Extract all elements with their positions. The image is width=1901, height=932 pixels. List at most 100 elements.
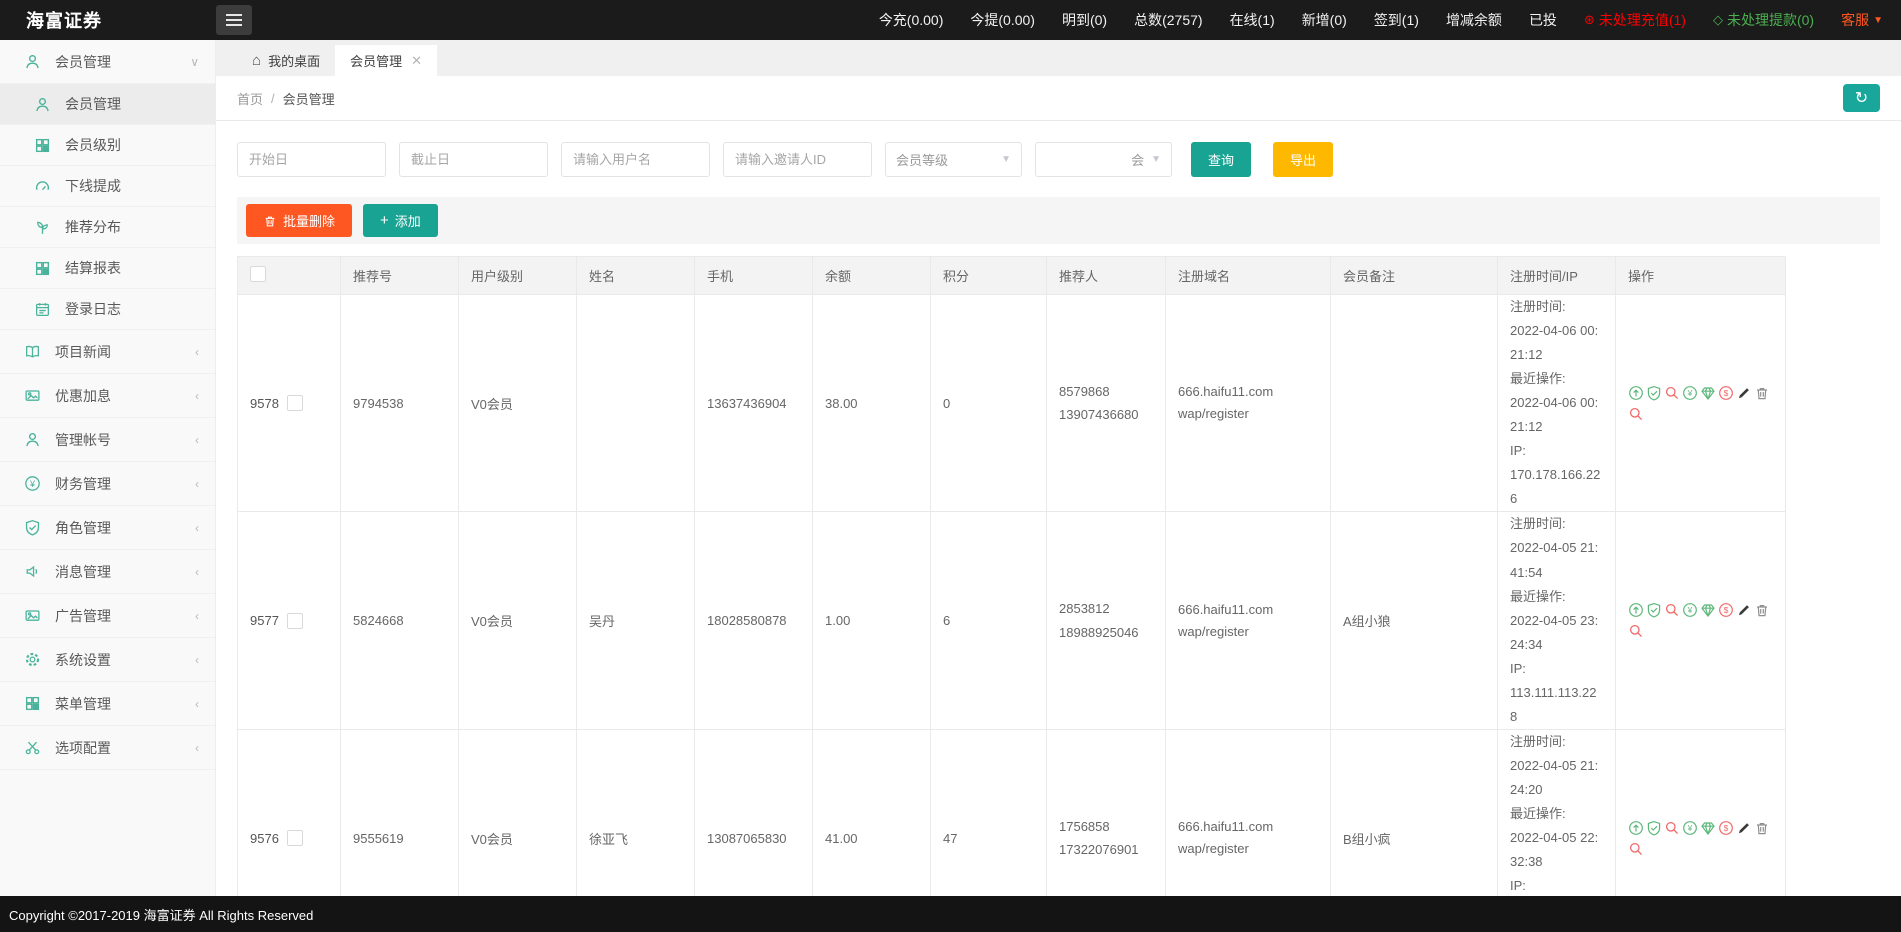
sidebar-item-admin-accounts[interactable]: 管理帐号 ‹ — [0, 418, 215, 462]
stat-today-recharge[interactable]: 今充(0.00) — [879, 10, 944, 30]
sidebar-item-message-management[interactable]: 消息管理 ‹ — [0, 550, 215, 594]
sidebar-item-downline-commission[interactable]: 下线提成 — [0, 166, 215, 207]
edit-icon[interactable] — [1736, 385, 1752, 401]
col-name: 姓名 — [576, 256, 695, 295]
upgrade-icon[interactable] — [1628, 820, 1644, 836]
verify-shield-icon[interactable] — [1646, 602, 1662, 618]
verify-shield-icon[interactable] — [1646, 820, 1662, 836]
stat-pending-withdraw[interactable]: ◇ 未处理提款(0) — [1713, 10, 1814, 30]
inspect-search-icon[interactable] — [1664, 385, 1680, 401]
balance-yen-icon[interactable] — [1682, 602, 1698, 618]
tab-member-management[interactable]: 会员管理 ✕ — [335, 45, 437, 76]
top-bar: 海富证券 今充(0.00) 今提(0.00) 明到(0) 总数(2757) 在线… — [0, 0, 1901, 40]
col-user-level: 用户级别 — [458, 256, 577, 295]
row-checkbox[interactable] — [286, 830, 303, 847]
cell-balance: 38.00 — [812, 293, 931, 513]
breadcrumb: 首页 / 会员管理 ↻ — [216, 76, 1901, 121]
stat-signin[interactable]: 签到(1) — [1374, 10, 1419, 30]
delete-icon[interactable] — [1754, 385, 1770, 401]
row-checkbox[interactable] — [286, 612, 303, 629]
balance-yen-icon[interactable] — [1682, 820, 1698, 836]
stat-today-withdraw[interactable]: 今提(0.00) — [970, 10, 1035, 30]
user-icon — [24, 53, 41, 70]
col-balance: 余额 — [812, 256, 931, 295]
inviter-id-input[interactable] — [723, 142, 872, 177]
stat-new[interactable]: 新增(0) — [1302, 10, 1347, 30]
sidebar-item-settlement-report[interactable]: 结算报表 — [0, 248, 215, 289]
cell-reg-time-ip: 注册时间: 2022-04-06 00:21:12 最近操作: 2022-04-06… — [1497, 293, 1616, 513]
verify-shield-icon[interactable] — [1646, 385, 1662, 401]
upgrade-icon[interactable] — [1628, 602, 1644, 618]
row-checkbox[interactable] — [286, 395, 303, 412]
cell-referrer: 1756858 17322076901 — [1046, 728, 1166, 896]
edit-icon[interactable] — [1736, 820, 1752, 836]
col-actions: 操作 — [1615, 256, 1786, 295]
cell-balance: 1.00 — [812, 511, 931, 730]
sidebar-group-member-management[interactable]: 会员管理 ∨ — [0, 40, 215, 84]
edit-icon[interactable] — [1736, 602, 1752, 618]
sidebar-item-system-settings[interactable]: 系统设置 ‹ — [0, 638, 215, 682]
sidebar-item-member-management[interactable]: 会员管理 — [0, 84, 215, 125]
chevron-left-icon: ‹ — [195, 476, 199, 491]
start-date-input[interactable] — [237, 142, 386, 177]
vip-gem-icon[interactable] — [1700, 385, 1716, 401]
inspect-search-icon[interactable] — [1664, 820, 1680, 836]
upgrade-icon[interactable] — [1628, 385, 1644, 401]
select-all-checkbox[interactable] — [250, 266, 266, 282]
sidebar-toggle-button[interactable] — [216, 5, 252, 35]
batch-delete-button[interactable]: 批量删除 — [246, 204, 353, 237]
member-status-select[interactable]: 会 ▼ — [1035, 142, 1172, 177]
sprout-icon — [34, 219, 51, 236]
sidebar-item-promo-interest[interactable]: 优惠加息 ‹ — [0, 374, 215, 418]
sidebar-item-login-log[interactable]: 登录日志 — [0, 289, 215, 330]
sidebar-item-ad-management[interactable]: 广告管理 ‹ — [0, 594, 215, 638]
customer-service-menu[interactable]: 客服 ▼ — [1841, 10, 1883, 30]
table-row: 9577 5824668 V0会员 吴丹 18028580878 1.00 6 … — [237, 511, 1786, 730]
grid-icon — [34, 137, 51, 154]
end-date-input[interactable] — [399, 142, 548, 177]
stat-invested[interactable]: 已投 — [1529, 10, 1557, 30]
vip-gem-icon[interactable] — [1700, 602, 1716, 618]
stat-adjust-balance[interactable]: 增减余额 — [1446, 10, 1502, 30]
cell-reg-time-ip: 注册时间: 2022-04-05 21:41:54 最近操作: 2022-04-05… — [1497, 511, 1616, 730]
chevron-left-icon: ‹ — [195, 608, 199, 623]
delete-icon[interactable] — [1754, 602, 1770, 618]
add-button[interactable]: + 添加 — [363, 204, 438, 237]
sidebar-item-project-news[interactable]: 项目新闻 ‹ — [0, 330, 215, 374]
stat-pending-recharge[interactable]: ⊛ 未处理充值(1) — [1584, 10, 1686, 30]
col-reg-domain: 注册域名 — [1165, 256, 1331, 295]
adjust-dollar-icon[interactable] — [1718, 820, 1734, 836]
vip-gem-icon[interactable] — [1700, 820, 1716, 836]
tab-my-desktop[interactable]: ⌂ 我的桌面 — [237, 45, 335, 76]
sidebar-item-menu-management[interactable]: 菜单管理 ‹ — [0, 682, 215, 726]
cell-phone: 13087065830 — [694, 728, 813, 896]
adjust-dollar-icon[interactable] — [1718, 602, 1734, 618]
inspect-search-icon[interactable] — [1664, 602, 1680, 618]
username-input[interactable] — [561, 142, 710, 177]
stat-online[interactable]: 在线(1) — [1230, 10, 1275, 30]
audit-search-icon[interactable] — [1628, 623, 1644, 639]
sidebar-item-member-level[interactable]: 会员级别 — [0, 125, 215, 166]
breadcrumb-home[interactable]: 首页 — [237, 89, 263, 108]
cell-referral-no: 5824668 — [340, 511, 459, 730]
search-button[interactable]: 查询 — [1191, 142, 1252, 177]
audit-search-icon[interactable] — [1628, 841, 1644, 857]
scissors-icon — [24, 739, 41, 756]
stat-due-tomorrow[interactable]: 明到(0) — [1062, 10, 1107, 30]
stat-total-members[interactable]: 总数(2757) — [1134, 10, 1202, 30]
delete-icon[interactable] — [1754, 820, 1770, 836]
sidebar-item-referral-distribution[interactable]: 推荐分布 — [0, 207, 215, 248]
adjust-dollar-icon[interactable] — [1718, 385, 1734, 401]
sidebar-item-finance-management[interactable]: 财务管理 ‹ — [0, 462, 215, 506]
chevron-down-icon: ∨ — [190, 54, 199, 69]
audit-search-icon[interactable] — [1628, 406, 1644, 422]
cell-user-level: V0会员 — [458, 511, 577, 730]
cell-phone: 18028580878 — [694, 511, 813, 730]
sidebar-item-role-management[interactable]: 角色管理 ‹ — [0, 506, 215, 550]
refresh-button[interactable]: ↻ — [1843, 84, 1880, 112]
balance-yen-icon[interactable] — [1682, 385, 1698, 401]
export-button[interactable]: 导出 — [1273, 142, 1334, 177]
member-level-select[interactable]: 会员等级 ▼ — [885, 142, 1022, 177]
sidebar-item-option-config[interactable]: 选项配置 ‹ — [0, 726, 215, 770]
close-icon[interactable]: ✕ — [411, 53, 422, 69]
